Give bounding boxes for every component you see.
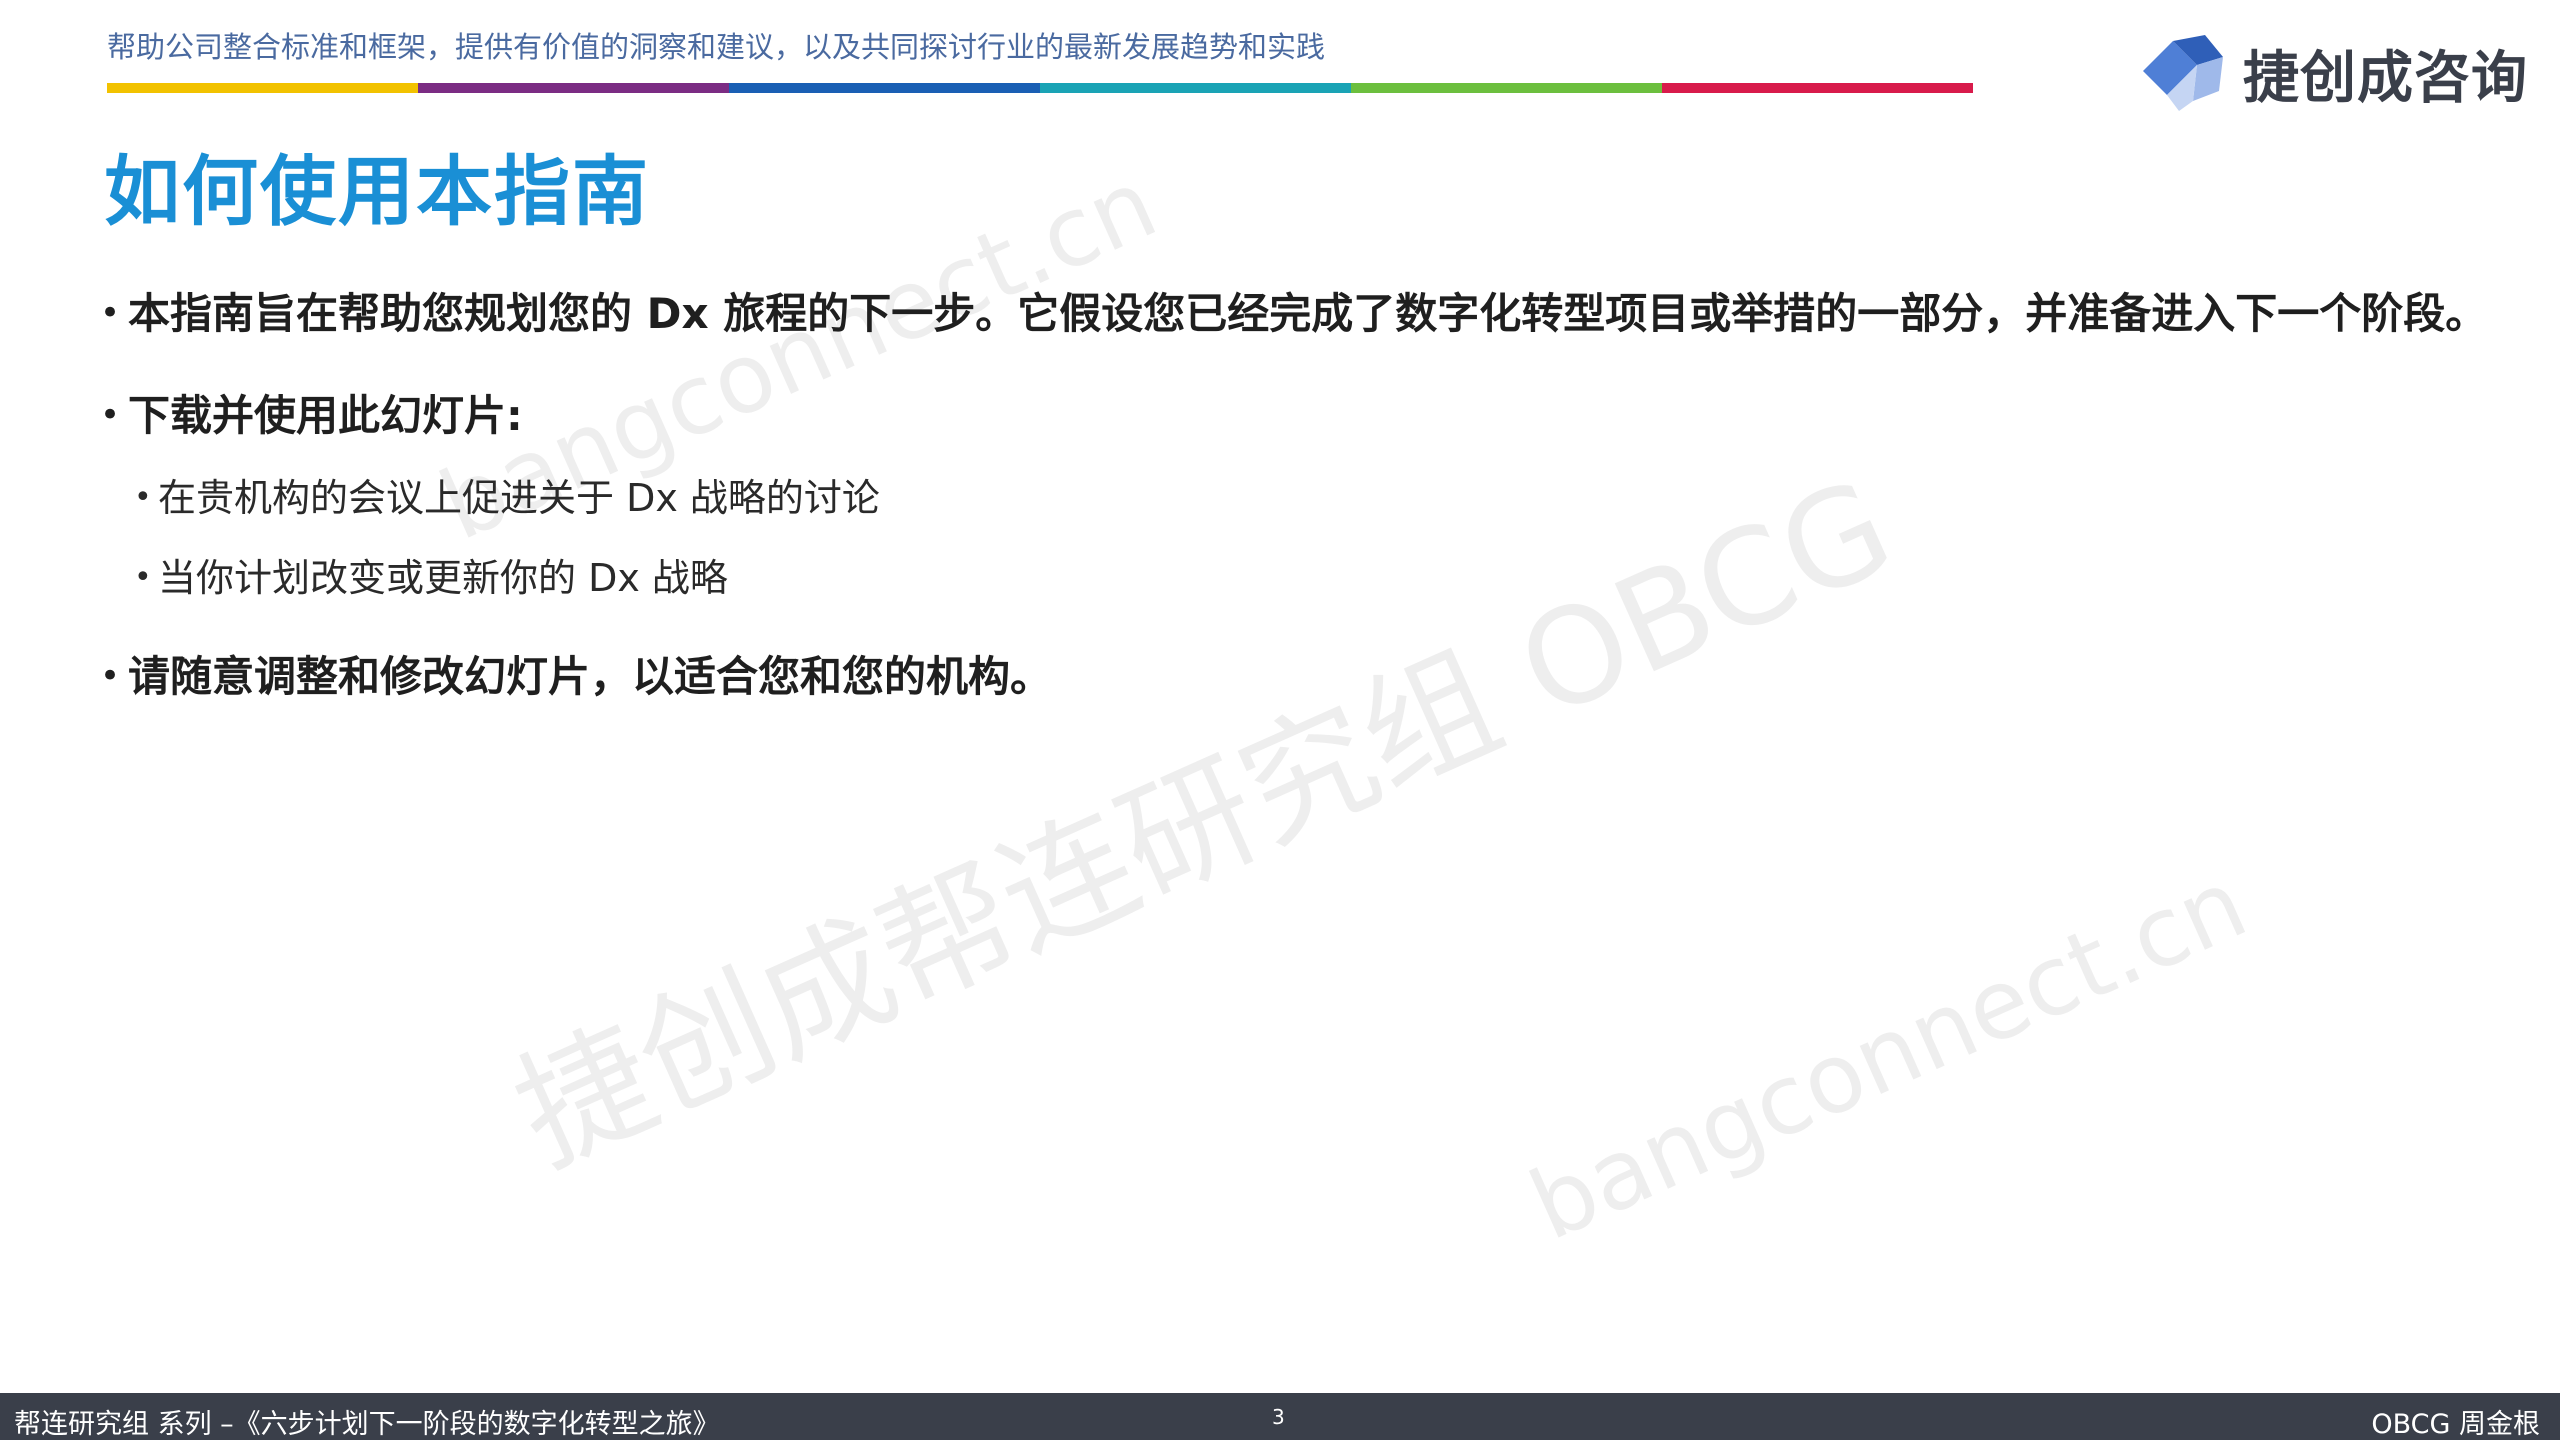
bullet-dot: • [134, 480, 152, 515]
bullet-dot: • [134, 560, 152, 595]
sub-bullet-item: • 在贵机构的会议上促进关于 Dx 战略的讨论 [134, 467, 880, 522]
bullet-text: 在贵机构的会议上促进关于 Dx 战略的讨论 [158, 476, 880, 520]
bullet-text: 请随意调整和修改幻灯片，以适合您和您的机构。 [128, 652, 1053, 701]
bullet-text: 当你计划改变或更新你的 Dx 战略 [158, 556, 728, 600]
bullet-dot: • [100, 293, 121, 333]
bullet-item: • 下载并使用此幻灯片: [100, 382, 523, 443]
footer-author: OBCG 周金根 [2371, 1409, 2540, 1440]
color-bar-segment-green [1351, 83, 1662, 93]
bullet-dot: • [100, 656, 121, 696]
blue-cube-icon [2143, 35, 2223, 111]
bullet-dot: • [100, 395, 121, 435]
color-bar-segment-blue [729, 83, 1040, 93]
page-title: 如何使用本指南 [104, 147, 650, 236]
company-logo: 捷创成咨询 [2135, 28, 2528, 118]
watermark-url: bangconnect.cn [1514, 847, 2262, 1262]
color-bar-segment-purple [418, 83, 729, 93]
logo-text: 捷创成咨询 [2243, 45, 2528, 111]
sub-bullet-item: • 当你计划改变或更新你的 Dx 战略 [134, 547, 728, 602]
footer-bar: 帮连研究组 系列 –《六步计划下一阶段的数字化转型之旅》 3 OBCG 周金根 [0, 1393, 2560, 1440]
bullet-item: • 请随意调整和修改幻灯片，以适合您和您的机构。 [100, 643, 1052, 704]
color-bar-segment-yellow [107, 83, 418, 93]
header-tagline: 帮助公司整合标准和框架，提供有价值的洞察和建议，以及共同探讨行业的最新发展趋势和… [107, 30, 1326, 64]
bullet-item: • 本指南旨在帮助您规划您的 Dx 旅程的下一步。它假设您已经完成了数字化转型项目… [100, 280, 2487, 341]
bullet-text: 下载并使用此幻灯片: [128, 391, 523, 440]
slide: 帮助公司整合标准和框架，提供有价值的洞察和建议，以及共同探讨行业的最新发展趋势和… [0, 0, 2560, 1440]
color-bar-segment-teal [1040, 83, 1351, 93]
footer-series-title: 帮连研究组 系列 –《六步计划下一阶段的数字化转型之旅》 [14, 1409, 720, 1440]
color-bar-segment-red [1662, 83, 1973, 93]
bullet-text: 本指南旨在帮助您规划您的 Dx 旅程的下一步。它假设您已经完成了数字化转型项目或… [128, 289, 2488, 338]
header-color-bar [107, 83, 1973, 93]
page-number: 3 [1272, 1405, 1285, 1429]
watermark-text: 捷创成帮连研究组 OBCG [494, 450, 1914, 1195]
